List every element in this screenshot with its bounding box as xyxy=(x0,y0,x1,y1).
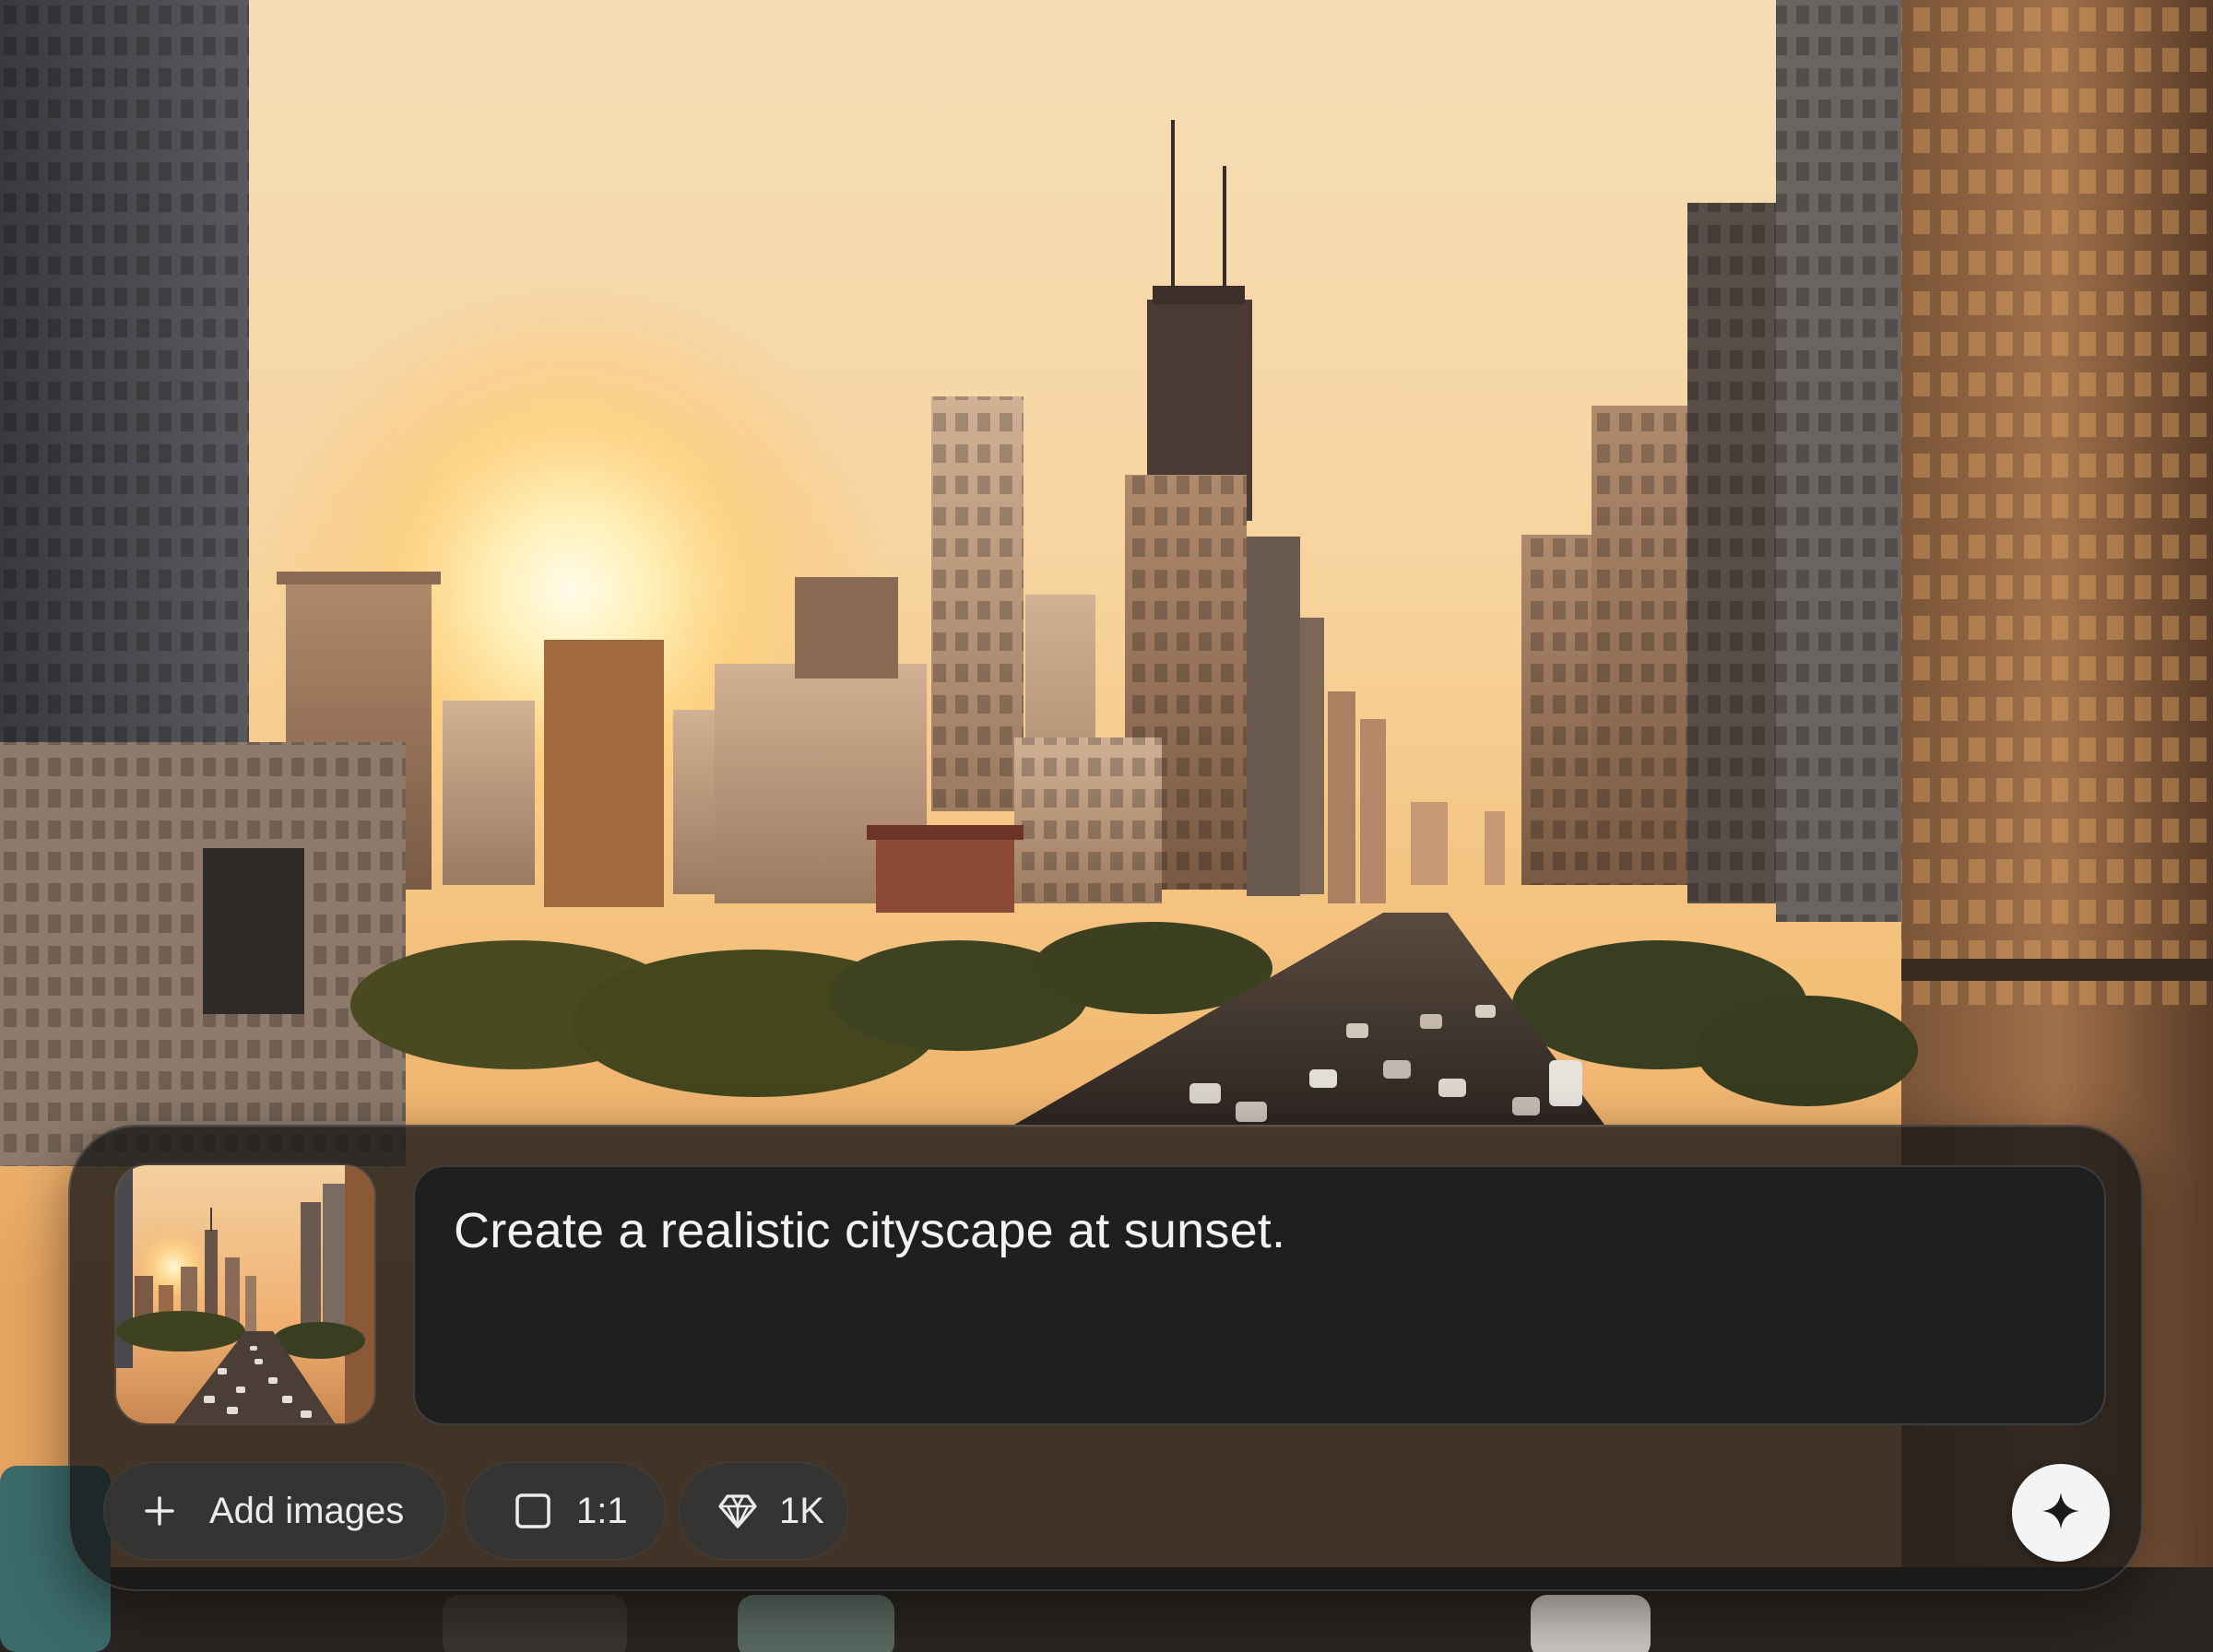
reference-image-thumbnail[interactable] xyxy=(114,1163,376,1425)
resolution-label: 1K xyxy=(779,1490,824,1531)
thumbnail-image xyxy=(116,1165,374,1423)
aspect-ratio-label: 1:1 xyxy=(576,1490,628,1531)
prompt-text[interactable]: Create a realistic cityscape at sunset. xyxy=(454,1200,2065,1261)
add-images-label: Add images xyxy=(209,1490,405,1531)
diamond-icon xyxy=(716,1490,759,1532)
sparkle-icon xyxy=(2040,1490,2082,1537)
aspect-ratio-button[interactable]: 1:1 xyxy=(463,1462,666,1560)
square-icon xyxy=(514,1492,552,1530)
plus-icon xyxy=(141,1493,178,1529)
resolution-button[interactable]: 1K xyxy=(679,1462,848,1560)
prompt-composer: Create a realistic cityscape at sunset. … xyxy=(68,1125,2143,1591)
generate-button[interactable] xyxy=(2012,1464,2110,1562)
prompt-input[interactable]: Create a realistic cityscape at sunset. xyxy=(413,1165,2106,1425)
add-images-button[interactable]: Add images xyxy=(103,1462,446,1560)
